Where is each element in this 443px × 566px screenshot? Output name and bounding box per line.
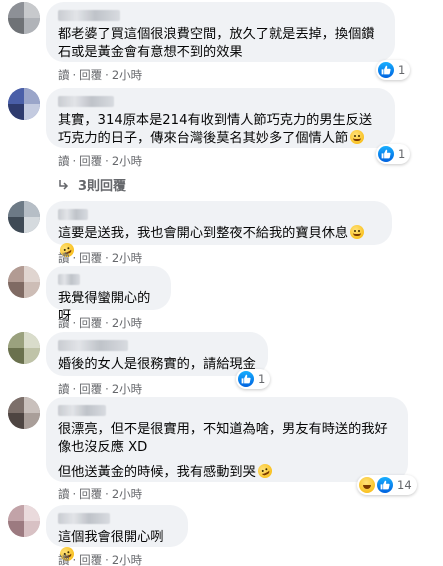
timestamp[interactable]: 2小時 [112,487,142,501]
timestamp[interactable]: 2小時 [112,553,142,566]
reply-link[interactable]: 回覆 [79,382,102,396]
author-name-redacted[interactable] [58,513,110,524]
read-link[interactable]: 讀 [58,553,70,566]
avatar[interactable] [8,201,40,233]
rofl-emoji-icon [255,461,275,481]
avatar[interactable] [8,266,40,298]
comment-bubble: 這要是送我，我也會開心到整夜不給我的寶貝休息 [46,201,392,260]
comment-text: 婚後的女人是很務實的，請給現金 [58,357,256,372]
reaction-count[interactable]: 1 [236,369,271,389]
read-link[interactable]: 讀 [58,382,70,396]
comment-meta: 讀 · 回覆 · 2小時 [58,68,143,82]
comment-bubble: 都老婆了買這個很浪費空間，放久了就是丟掉，換個鑽石或是黃金會有意想不到的效果 [46,2,395,62]
avatar[interactable] [8,397,40,429]
view-replies-link[interactable]: 3則回覆 [58,175,126,194]
read-link[interactable]: 讀 [58,251,70,265]
avatar[interactable] [8,332,40,364]
comment-meta: 讀 · 回覆 · 2小時 [58,316,143,330]
comment-meta: 讀 · 回覆 · 2小時 [58,487,143,501]
reply-link[interactable]: 回覆 [79,251,102,265]
read-link[interactable]: 讀 [58,154,70,168]
author-name-redacted[interactable] [58,96,114,107]
read-link[interactable]: 讀 [58,316,70,330]
comment-bubble: 我覺得蠻開心的呀 [46,266,171,324]
reply-link[interactable]: 回覆 [79,487,102,501]
comment-text: 很漂亮，但不是很實用，不知道為啥，男友有時送的我好像也沒反應 XD [58,422,388,455]
like-icon [377,477,393,493]
wink-emoji-icon [350,225,365,239]
comment-bubble: 這個我會很開心咧 [46,505,188,564]
reply-arrow-icon [59,179,69,190]
comment-text: 其實，314原本是214有收到情人節巧克力的男生反送巧克力的日子，傳來台灣後莫名… [58,113,373,146]
comment-bubble: 婚後的女人是很務實的，請給現金 [46,332,268,376]
avatar[interactable] [8,505,40,537]
reaction-count[interactable]: 14 [357,475,417,495]
author-name-redacted[interactable] [58,10,120,21]
reaction-number: 1 [398,147,406,161]
comment-text: 都老婆了買這個很浪費空間，放久了就是丟掉，換個鑽石或是黃金會有意想不到的效果 [58,27,375,60]
reaction-number: 1 [398,63,406,77]
avatar[interactable] [8,88,40,120]
haha-icon [359,477,375,493]
reply-link[interactable]: 回覆 [79,553,102,566]
like-icon [378,62,394,78]
like-icon [378,146,394,162]
author-name-redacted[interactable] [58,340,128,351]
timestamp[interactable]: 2小時 [112,154,142,168]
timestamp[interactable]: 2小時 [112,316,142,330]
read-link[interactable]: 讀 [58,487,70,501]
timestamp[interactable]: 2小時 [112,251,142,265]
timestamp[interactable]: 2小時 [112,68,142,82]
comment-bubble: 很漂亮，但不是很實用，不知道為啥，男友有時送的我好像也沒反應 XD 但他送黃金的… [46,397,408,482]
reaction-count[interactable]: 1 [376,144,411,164]
replies-count-label: 3則回覆 [78,179,127,194]
comment-bubble: 其實，314原本是214有收到情人節巧克力的男生反送巧克力的日子，傳來台灣後莫名… [46,88,395,148]
avatar[interactable] [8,2,40,34]
reaction-number: 14 [397,478,412,492]
comment-meta: 讀 · 回覆 · 2小時 [58,251,143,265]
smile-emoji-icon [350,130,365,144]
comment-meta: 讀 · 回覆 · 2小時 [58,382,143,396]
reply-link[interactable]: 回覆 [79,154,102,168]
reaction-count[interactable]: 1 [376,60,411,80]
author-name-redacted[interactable] [58,405,106,416]
reaction-number: 1 [258,372,266,386]
comment-meta: 讀 · 回覆 · 2小時 [58,553,143,566]
read-link[interactable]: 讀 [58,68,70,82]
like-icon [238,371,254,387]
reply-link[interactable]: 回覆 [79,316,102,330]
comment-text-line-2: 但他送黃金的時候，我有感動到哭 [58,461,396,482]
reply-link[interactable]: 回覆 [79,68,102,82]
timestamp[interactable]: 2小時 [112,382,142,396]
author-name-redacted[interactable] [58,209,88,220]
comment-meta: 讀 · 回覆 · 2小時 [58,154,143,168]
author-name-redacted[interactable] [58,274,80,285]
